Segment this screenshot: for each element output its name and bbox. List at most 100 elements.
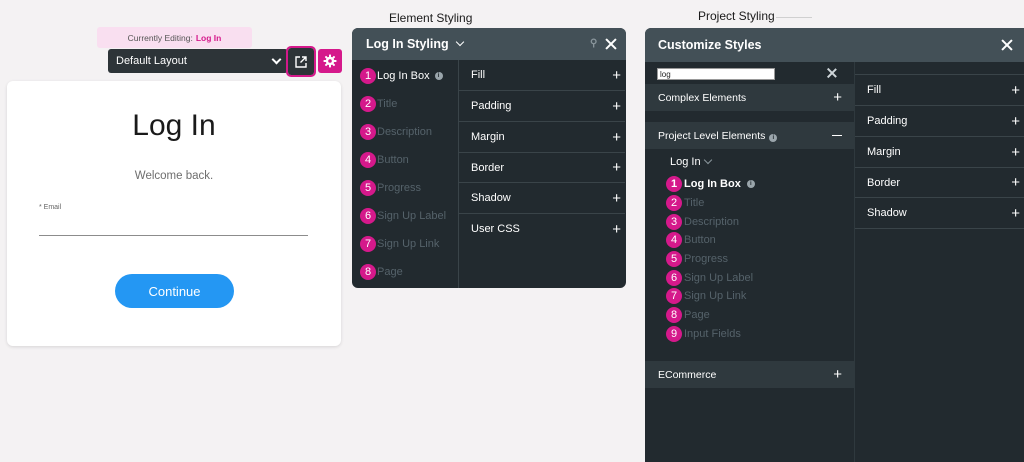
project-element-item[interactable]: 8 Page (666, 307, 710, 323)
property-row-user-css[interactable]: User CSS + (459, 214, 625, 244)
number-badge: 2 (360, 96, 376, 112)
plus-icon[interactable]: + (612, 68, 621, 83)
element-item[interactable]: 6 Sign Up Label (360, 208, 446, 224)
chevron-down-icon[interactable] (455, 37, 464, 47)
project-element-item[interactable]: 3 Description (666, 214, 739, 230)
close-icon[interactable] (1001, 39, 1013, 51)
project-element-item[interactable]: 5 Progress (666, 251, 728, 267)
open-external-button[interactable] (286, 46, 316, 77)
info-icon: i (746, 180, 755, 188)
currently-editing-badge: Currently Editing: Log In (97, 27, 252, 48)
element-item[interactable]: 1 Log In Box i (360, 68, 443, 84)
layout-select[interactable]: Default Layout (108, 49, 288, 73)
currently-editing-label: Currently Editing: (127, 32, 193, 43)
group-project-level-elements[interactable]: Project Level Elements i (645, 122, 854, 149)
number-badge: 1 (666, 176, 682, 192)
pin-icon[interactable]: ⚲ (590, 38, 600, 49)
project-property-row-border[interactable]: Border + (855, 168, 1024, 198)
property-label: Border (471, 161, 505, 174)
plus-icon[interactable]: + (612, 222, 621, 237)
project-property-row-padding[interactable]: Padding + (855, 106, 1024, 137)
currently-editing-value: Log In (195, 32, 222, 43)
login-description: Welcome back. (134, 170, 214, 182)
group-ecommerce[interactable]: ECommerce + (645, 361, 854, 388)
plus-icon[interactable]: + (612, 160, 621, 175)
number-badge: 8 (666, 307, 682, 323)
caption-divider (776, 17, 812, 18)
property-row-border[interactable]: Border + (459, 153, 625, 183)
number-badge: 4 (666, 232, 682, 248)
group-complex-elements[interactable]: Complex Elements + (645, 84, 854, 111)
property-label: Border (867, 176, 901, 189)
login-preview-card[interactable]: Log In Welcome back. * Email Continue (7, 81, 341, 346)
number-badge: 9 (666, 326, 682, 342)
login-title: Log In (132, 109, 216, 142)
settings-button[interactable] (318, 49, 342, 73)
property-row-margin[interactable]: Margin + (459, 122, 625, 153)
layout-select-value: Default Layout (116, 55, 187, 67)
element-styling-panel: Log In Styling ⚲ 1 Log In Box i 2 Title … (352, 28, 626, 288)
project-element-item[interactable]: 9 Input Fields (666, 326, 741, 342)
element-item-label: Page (377, 266, 403, 278)
minus-icon[interactable] (832, 134, 842, 137)
project-element-item[interactable]: 7 Sign Up Link (666, 288, 746, 304)
project-property-row-fill[interactable]: Fill + (855, 75, 1024, 106)
element-item[interactable]: 2 Title (360, 96, 397, 112)
plus-icon[interactable]: + (1011, 114, 1020, 129)
element-item[interactable]: 5 Progress (360, 180, 421, 196)
project-property-row-margin[interactable]: Margin + (855, 137, 1024, 168)
project-element-item[interactable]: 6 Sign Up Label (666, 270, 753, 286)
plus-icon[interactable]: + (833, 367, 842, 382)
plus-icon[interactable]: + (1011, 206, 1020, 221)
info-icon: i (434, 72, 443, 80)
property-label: Margin (867, 146, 901, 158)
project-panel-header: Customize Styles (645, 28, 1024, 62)
property-label: Fill (471, 69, 486, 81)
element-item[interactable]: 3 Description (360, 124, 432, 140)
project-element-item[interactable]: 4 Button (666, 232, 716, 248)
element-item[interactable]: 7 Sign Up Link (360, 236, 439, 252)
element-item-label: Sign Up Link (377, 238, 440, 250)
property-row-padding[interactable]: Padding + (459, 91, 625, 122)
project-element-item[interactable]: 1 Log In Box i (666, 176, 755, 192)
property-label: User CSS (471, 223, 520, 235)
project-property-row-shadow[interactable]: Shadow + (855, 198, 1024, 229)
plus-icon[interactable]: + (612, 191, 621, 206)
number-badge: 6 (666, 270, 682, 286)
number-badge: 3 (360, 124, 376, 140)
sub-section-log-in[interactable]: Log In (670, 155, 712, 168)
group-label: Project Level Elements i (658, 130, 778, 142)
number-badge: 5 (360, 180, 376, 196)
continue-button[interactable]: Continue (115, 274, 234, 308)
element-item-label: Description (377, 126, 433, 138)
project-element-item[interactable]: 2 Title (666, 195, 704, 211)
chevron-down-icon (271, 54, 282, 64)
project-element-label: Progress (684, 253, 729, 265)
plus-icon[interactable]: + (1011, 175, 1020, 190)
plus-icon[interactable]: + (1011, 83, 1020, 98)
plus-icon[interactable]: + (833, 90, 842, 105)
element-item-label: Title (377, 98, 398, 110)
element-item[interactable]: 4 Button (360, 152, 409, 168)
number-badge: 4 (360, 152, 376, 168)
number-badge: 8 (360, 264, 376, 280)
chevron-down-icon (703, 155, 712, 165)
project-element-label: Title (684, 197, 705, 209)
element-item[interactable]: 8 Page (360, 264, 403, 280)
number-badge: 1 (360, 68, 376, 84)
close-icon[interactable] (605, 38, 617, 50)
plus-icon[interactable]: + (612, 130, 621, 145)
project-element-label: Description (684, 216, 740, 228)
element-panel-title[interactable]: Log In Styling (366, 37, 449, 51)
property-row-shadow[interactable]: Shadow + (459, 183, 625, 214)
clear-search-icon[interactable] (827, 68, 837, 78)
number-badge: 6 (360, 208, 376, 224)
property-row-fill[interactable]: Fill + (459, 60, 625, 91)
email-field[interactable] (39, 215, 308, 235)
plus-icon[interactable]: + (1011, 145, 1020, 160)
number-badge: 3 (666, 214, 682, 230)
plus-icon[interactable]: + (612, 99, 621, 114)
project-styling-panel: Customize Styles log Complex Elements + … (645, 28, 1024, 462)
group-label: Complex Elements (658, 91, 747, 104)
search-input[interactable]: log (657, 68, 775, 80)
